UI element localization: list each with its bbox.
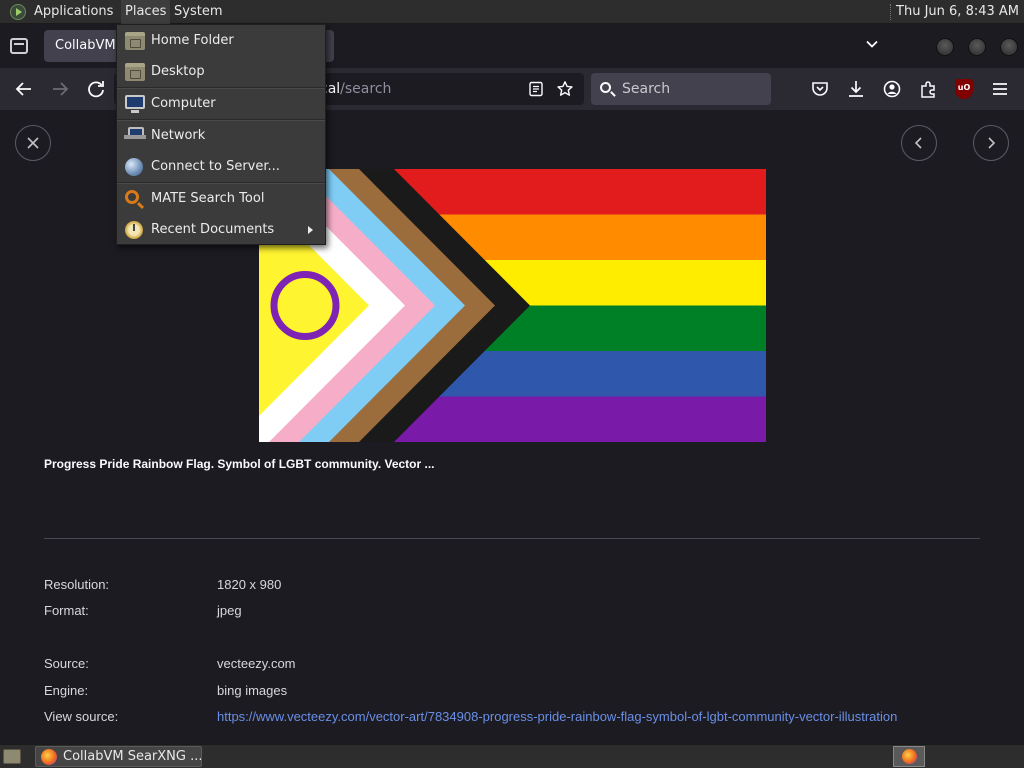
- back-icon[interactable]: [14, 79, 34, 99]
- format-value: jpeg: [217, 603, 242, 618]
- chevron-right-icon: [988, 137, 996, 149]
- close-icon: [27, 137, 39, 149]
- places-dropdown-menu: Home Folder Desktop Computer Network Con…: [116, 24, 326, 245]
- search-icon: [600, 82, 611, 93]
- search-bar[interactable]: Search: [591, 73, 771, 105]
- format-label: Format:: [44, 603, 89, 618]
- reader-view-icon[interactable]: [528, 81, 544, 97]
- close-detail-button[interactable]: [15, 125, 51, 161]
- next-image-button[interactable]: [973, 125, 1009, 161]
- menu-item-network[interactable]: Network: [117, 121, 325, 151]
- divider: [44, 538, 980, 539]
- pocket-icon[interactable]: [810, 79, 830, 99]
- menu-item-recent-documents[interactable]: Recent Documents: [117, 215, 325, 245]
- tab-title: CollabVM: [55, 38, 116, 53]
- firefox-view-icon[interactable]: [10, 38, 28, 54]
- workspace-switcher[interactable]: [893, 746, 925, 767]
- menu-item-home-folder[interactable]: Home Folder: [117, 26, 325, 56]
- resolution-value: 1820 x 980: [217, 577, 282, 592]
- bottom-panel: CollabVM SearXNG ...: [0, 744, 1024, 768]
- reload-icon[interactable]: [86, 79, 106, 99]
- system-menu[interactable]: System: [174, 4, 222, 19]
- source-value: vecteezy.com: [217, 656, 296, 671]
- close-window-button[interactable]: [1000, 38, 1018, 56]
- resolution-label: Resolution:: [44, 577, 110, 592]
- places-menu-button[interactable]: Places: [121, 0, 171, 24]
- hamburger-menu-icon[interactable]: [990, 79, 1010, 99]
- menu-item-label: MATE Search Tool: [151, 191, 265, 206]
- desktop-folder-icon: [125, 63, 145, 81]
- applications-menu[interactable]: Applications: [34, 4, 113, 19]
- progress-pride-flag-image[interactable]: [259, 169, 766, 442]
- menu-item-label: Home Folder: [151, 33, 234, 48]
- bookmark-star-icon[interactable]: [556, 80, 574, 98]
- downloads-icon[interactable]: [846, 79, 866, 99]
- menu-item-connect-to-server[interactable]: Connect to Server...: [117, 152, 325, 182]
- firefox-icon: [41, 749, 57, 765]
- network-icon: [124, 127, 146, 139]
- view-source-label: View source:: [44, 709, 119, 724]
- ublock-origin-icon[interactable]: uO: [955, 79, 973, 99]
- menu-item-computer[interactable]: Computer: [117, 89, 325, 119]
- maximize-button[interactable]: [968, 38, 986, 56]
- submenu-arrow-icon: [308, 226, 313, 234]
- computer-icon: [125, 95, 145, 113]
- previous-image-button[interactable]: [901, 125, 937, 161]
- menu-item-mate-search-tool[interactable]: MATE Search Tool: [117, 184, 325, 214]
- engine-value: bing images: [217, 683, 288, 698]
- menu-item-label: Computer: [151, 96, 216, 111]
- minimize-button[interactable]: [936, 38, 954, 56]
- top-panel: Applications Places System Thu Jun 6, 8:…: [0, 0, 1024, 24]
- search-tool-icon: [125, 190, 139, 204]
- result-title: Progress Pride Rainbow Flag. Symbol of L…: [44, 457, 435, 471]
- list-all-tabs-icon[interactable]: [866, 38, 878, 50]
- menu-item-label: Connect to Server...: [151, 159, 280, 174]
- url-text: cal/search: [320, 81, 392, 97]
- view-source-link[interactable]: https://www.vecteezy.com/vector-art/7834…: [217, 709, 897, 724]
- clock[interactable]: Thu Jun 6, 8:43 AM: [896, 4, 1019, 19]
- menu-item-label: Network: [151, 128, 206, 143]
- account-icon[interactable]: [882, 79, 902, 99]
- menu-item-label: Desktop: [151, 64, 205, 79]
- home-folder-icon: [125, 32, 145, 50]
- search-placeholder: Search: [622, 81, 671, 97]
- source-label: Source:: [44, 656, 89, 671]
- forward-icon[interactable]: [50, 79, 70, 99]
- taskbar-window-button[interactable]: CollabVM SearXNG ...: [35, 746, 202, 767]
- chevron-left-icon: [914, 137, 922, 149]
- extensions-icon[interactable]: [918, 79, 938, 99]
- firefox-icon: [902, 749, 917, 764]
- taskbar-window-label: CollabVM SearXNG ...: [63, 749, 202, 764]
- globe-icon: [125, 158, 143, 176]
- show-desktop-icon[interactable]: [3, 749, 21, 764]
- recent-documents-icon: [125, 221, 143, 239]
- engine-label: Engine:: [44, 683, 89, 698]
- menu-item-desktop[interactable]: Desktop: [117, 57, 325, 87]
- panel-separator: [890, 4, 892, 20]
- menu-item-label: Recent Documents: [151, 222, 275, 237]
- mate-logo-icon[interactable]: [10, 4, 26, 20]
